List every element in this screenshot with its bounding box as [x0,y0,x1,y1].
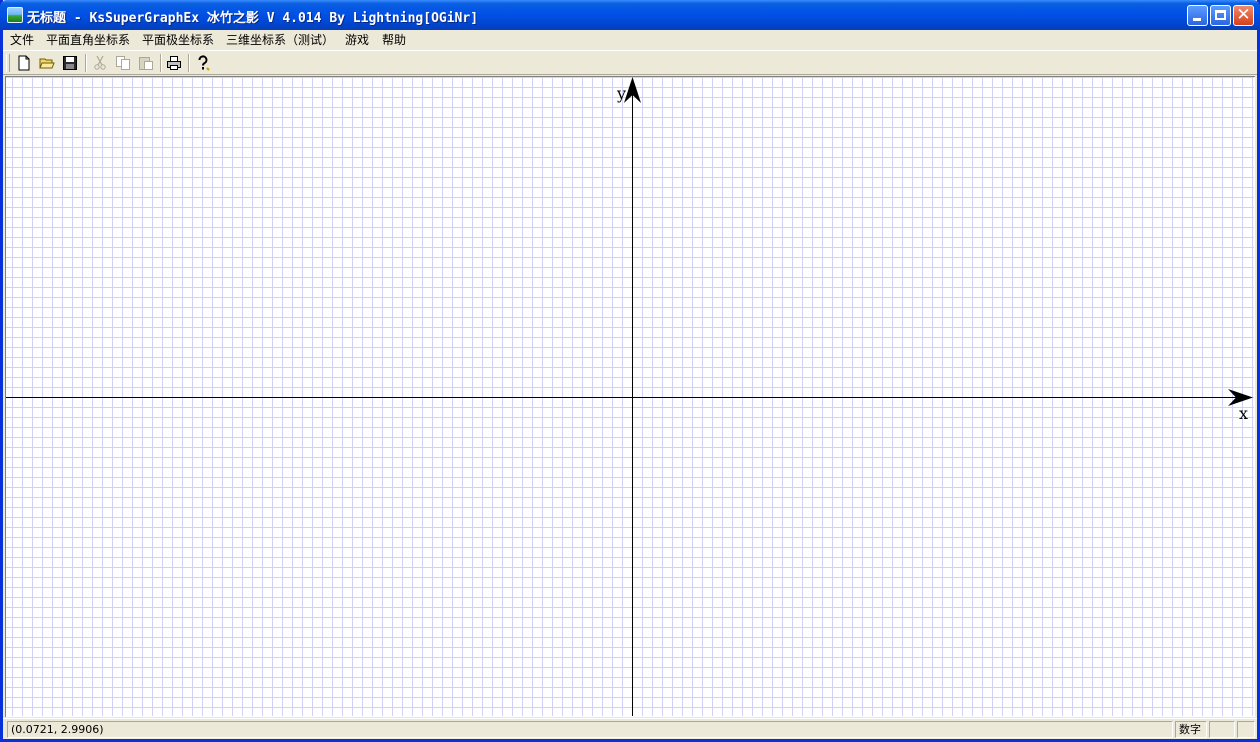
menu-help[interactable]: 帮助 [382,32,406,48]
menu-3d[interactable]: 三维坐标系（测试） [226,32,334,48]
title-bar[interactable]: 无标题 - KsSuperGraphEx 冰竹之影 V 4.014 By Lig… [0,0,1260,30]
grid-lines [6,77,1254,716]
graph-canvas[interactable]: x y [5,76,1255,717]
open-folder-icon [39,58,55,69]
toolbar-separator [160,54,162,72]
menu-game[interactable]: 游戏 [345,32,369,48]
x-axis-label: x [1239,404,1248,423]
status-numlock: 数字 [1175,721,1207,738]
new-file-button[interactable] [14,53,34,73]
window-title: 无标题 - KsSuperGraphEx 冰竹之影 V 4.014 By Lig… [27,11,479,26]
toolbar-separator [85,54,87,72]
toolbar-separator [188,54,190,72]
help-icon [198,55,210,71]
paste-button[interactable] [136,53,156,73]
menu-bar: 文件 平面直角坐标系 平面极坐标系 三维坐标系（测试） 游戏 帮助 [3,30,1257,50]
cut-button[interactable] [90,53,110,73]
menu-cartesian[interactable]: 平面直角坐标系 [46,32,130,48]
paste-icon [139,57,153,70]
menu-file[interactable]: 文件 [10,32,34,48]
print-icon [167,56,181,70]
graph-svg[interactable]: x y [6,77,1254,716]
status-pane-empty-2 [1237,721,1255,738]
toolbar-grip[interactable] [6,54,10,72]
y-axis-label: y [616,84,626,103]
minimize-button[interactable] [1187,5,1208,26]
status-coordinates: (0.0721, 2.9906) [7,721,1173,738]
toolbar [3,50,1257,75]
save-icon [63,56,77,70]
print-button[interactable] [164,53,184,73]
new-file-icon [18,55,30,71]
cut-icon [94,55,106,70]
maximize-icon [1215,10,1226,20]
close-icon: ✕ [1236,5,1251,25]
close-button[interactable]: ✕ [1233,5,1254,26]
maximize-button[interactable] [1210,5,1231,26]
help-button[interactable] [193,53,213,73]
copy-icon [116,56,130,70]
save-button[interactable] [60,53,80,73]
open-file-button[interactable] [37,53,57,73]
status-bar: (0.0721, 2.9906) 数字 [3,718,1257,739]
status-pane-empty-1 [1209,721,1235,738]
app-window: 无标题 - KsSuperGraphEx 冰竹之影 V 4.014 By Lig… [0,0,1260,742]
menu-polar[interactable]: 平面极坐标系 [142,32,214,48]
copy-button[interactable] [113,53,133,73]
minimize-icon [1193,18,1201,21]
app-icon[interactable] [7,7,23,23]
